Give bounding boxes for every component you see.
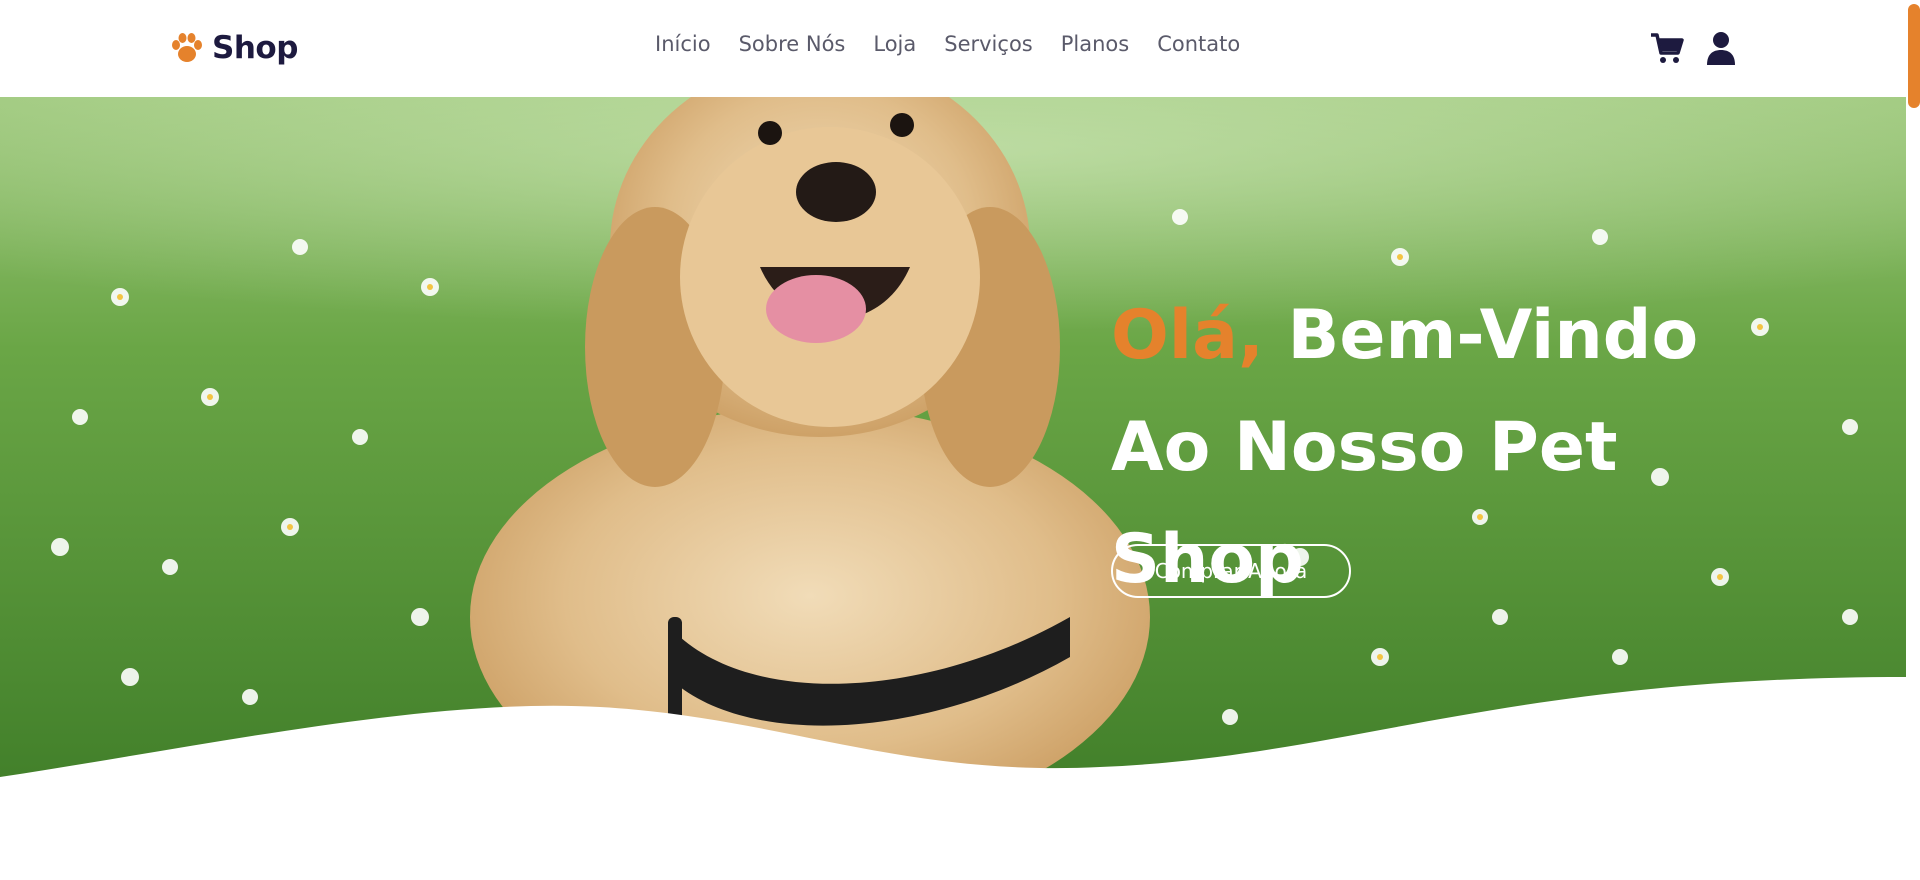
header-actions [1650,30,1738,66]
hero-title-line-2: Ao Nosso Pet [1111,408,1618,487]
page-scrollbar[interactable] [1906,0,1920,880]
nav-item-inicio[interactable]: Início [655,32,711,56]
brand-logo[interactable]: Shop [170,26,298,70]
site-header: Shop Início Sobre Nós Loja Serviços Plan… [0,0,1906,97]
user-icon [1707,32,1735,65]
cart-button[interactable] [1650,30,1684,66]
nav-item-planos[interactable]: Planos [1061,32,1129,56]
hero-title-line-1: Bem-Vindo [1287,296,1699,375]
hero-banner: Olá, Bem-Vindo Ao Nosso Pet Shop [0,97,1906,817]
nav-item-sobre-nos[interactable]: Sobre Nós [739,32,846,56]
nav-item-contato[interactable]: Contato [1157,32,1240,56]
nav-item-loja[interactable]: Loja [873,32,916,56]
paw-icon [172,33,202,62]
account-button[interactable] [1704,30,1738,66]
brand-name: Shop [212,30,298,66]
shop-now-button[interactable]: Comprar Agora [1111,544,1351,598]
nav-item-servicos[interactable]: Serviços [944,32,1032,56]
hero-greeting: Olá, [1111,296,1264,375]
main-nav: Início Sobre Nós Loja Serviços Planos Co… [655,32,1240,56]
shopping-cart-icon [1651,33,1684,63]
scrollbar-thumb[interactable] [1908,4,1920,108]
